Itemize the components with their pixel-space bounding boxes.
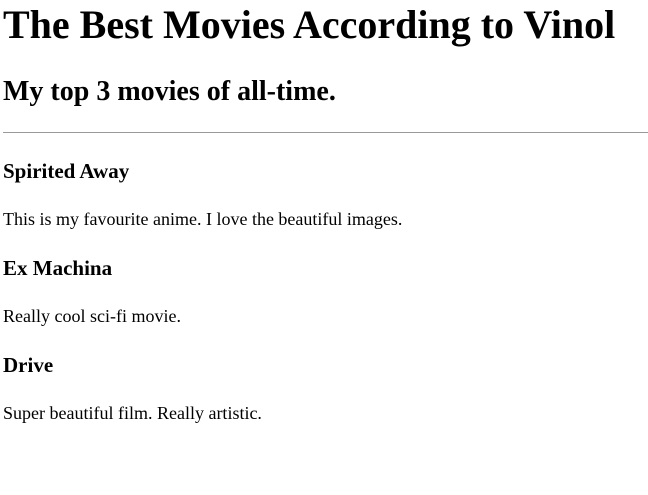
page-title: The Best Movies According to Vinol (3, 2, 616, 47)
movie-description-spirited-away: This is my favourite anime. I love the b… (3, 209, 403, 229)
movie-title-ex-machina: Ex Machina (3, 256, 113, 280)
movie-title-drive: Drive (3, 353, 54, 377)
movie-title-spirited-away: Spirited Away (3, 159, 130, 183)
movie-description-ex-machina: Really cool sci-fi movie. (3, 306, 181, 326)
movie-description-drive: Super beautiful film. Really artistic. (3, 403, 262, 423)
divider (3, 132, 648, 133)
page-subtitle: My top 3 movies of all-time. (3, 76, 336, 107)
